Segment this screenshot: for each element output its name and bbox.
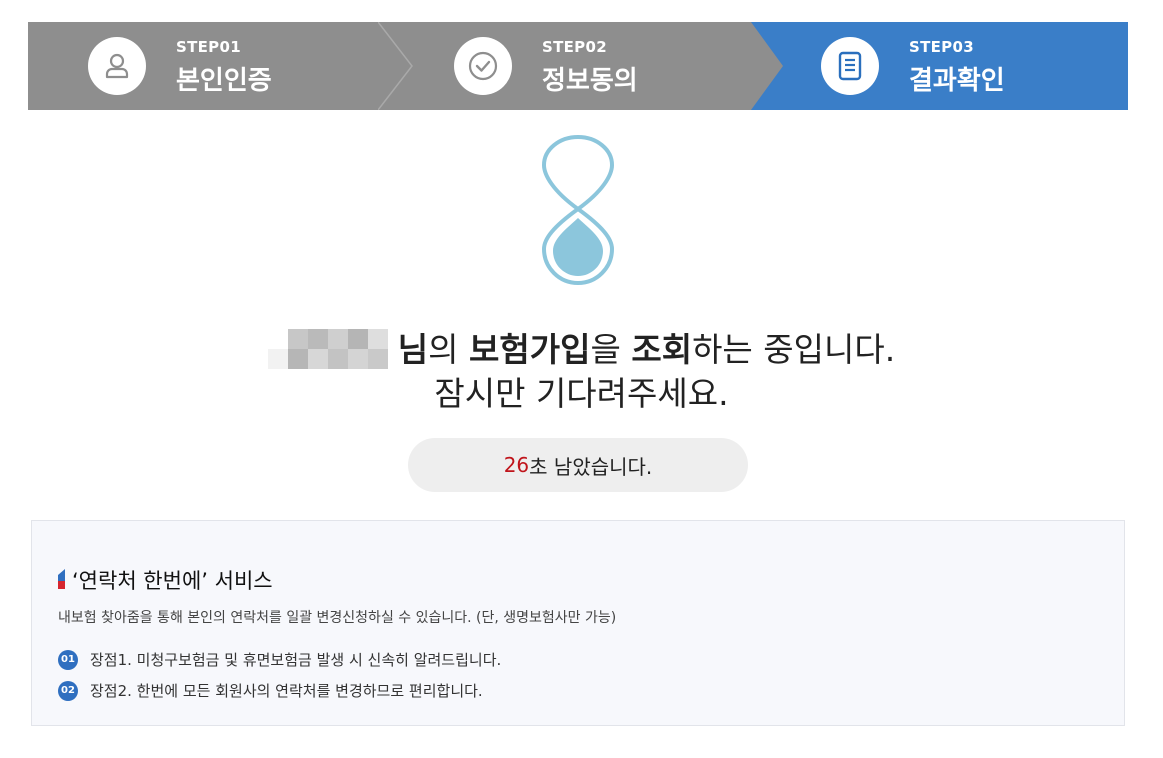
info-title: ‘연락처 한번에’ 서비스 [72, 569, 273, 593]
step-3-number: STEP03 [909, 38, 974, 56]
message-part-rest: 하는 중입니다. [692, 330, 896, 369]
user-icon [88, 37, 146, 95]
step-1: STEP01 본인인증 [28, 22, 394, 110]
title-marker-icon [58, 569, 65, 589]
info-list-item: 01 장점1. 미청구보험금 및 휴면보험금 발생 시 신속히 알려드립니다. [58, 649, 501, 670]
step-2-number: STEP02 [542, 38, 607, 56]
step-1-title: 본인인증 [176, 66, 272, 96]
wait-message: 잠시만 기다려주세요. [434, 374, 729, 413]
countdown-suffix: 초 남았습니다. [529, 454, 653, 479]
message-inquiry: 조회 [631, 330, 693, 369]
step-progress-bar: STEP01 본인인증 STEP02 정보동의 STEP03 결과확인 [28, 22, 1128, 110]
document-icon [821, 37, 879, 95]
info-item-text: 장점1. 미청구보험금 및 휴면보험금 발생 시 신속히 알려드립니다. [90, 651, 502, 669]
info-description: 내보험 찾아줌을 통해 본인의 연락처를 일괄 변경신청하실 수 있습니다. (… [58, 610, 617, 626]
countdown-pill: 26 초 남았습니다. [408, 438, 748, 492]
step-3-title: 결과확인 [909, 66, 1005, 96]
info-list-item: 02 장점2. 한번에 모든 회원사의 연락처를 변경하므로 편리합니다. [58, 680, 483, 701]
countdown-seconds: 26 [503, 453, 530, 477]
step-1-number: STEP01 [176, 38, 241, 56]
message-part-ui: 의 [428, 330, 470, 369]
masked-user-name [267, 329, 388, 369]
message-insurance: 보험가입 [469, 330, 591, 369]
number-badge: 02 [58, 680, 78, 701]
hourglass-icon [541, 135, 615, 285]
contact-service-info-box: ‘연락처 한번에’ 서비스 내보험 찾아줌을 통해 본인의 연락처를 일괄 변경… [31, 520, 1125, 726]
message-nim: 님 [397, 330, 429, 369]
info-item-text: 장점2. 한번에 모든 회원사의 연락처를 변경하므로 편리합니다. [90, 682, 483, 700]
loading-message: 님의 보험가입을 조회하는 중입니다. [0, 323, 1163, 371]
message-part-eul: 을 [590, 330, 632, 369]
number-badge: 01 [58, 649, 78, 670]
step-2: STEP02 정보동의 [394, 22, 760, 110]
step-2-title: 정보동의 [542, 66, 638, 96]
step-3: STEP03 결과확인 [761, 22, 1127, 110]
check-circle-icon [454, 37, 512, 95]
